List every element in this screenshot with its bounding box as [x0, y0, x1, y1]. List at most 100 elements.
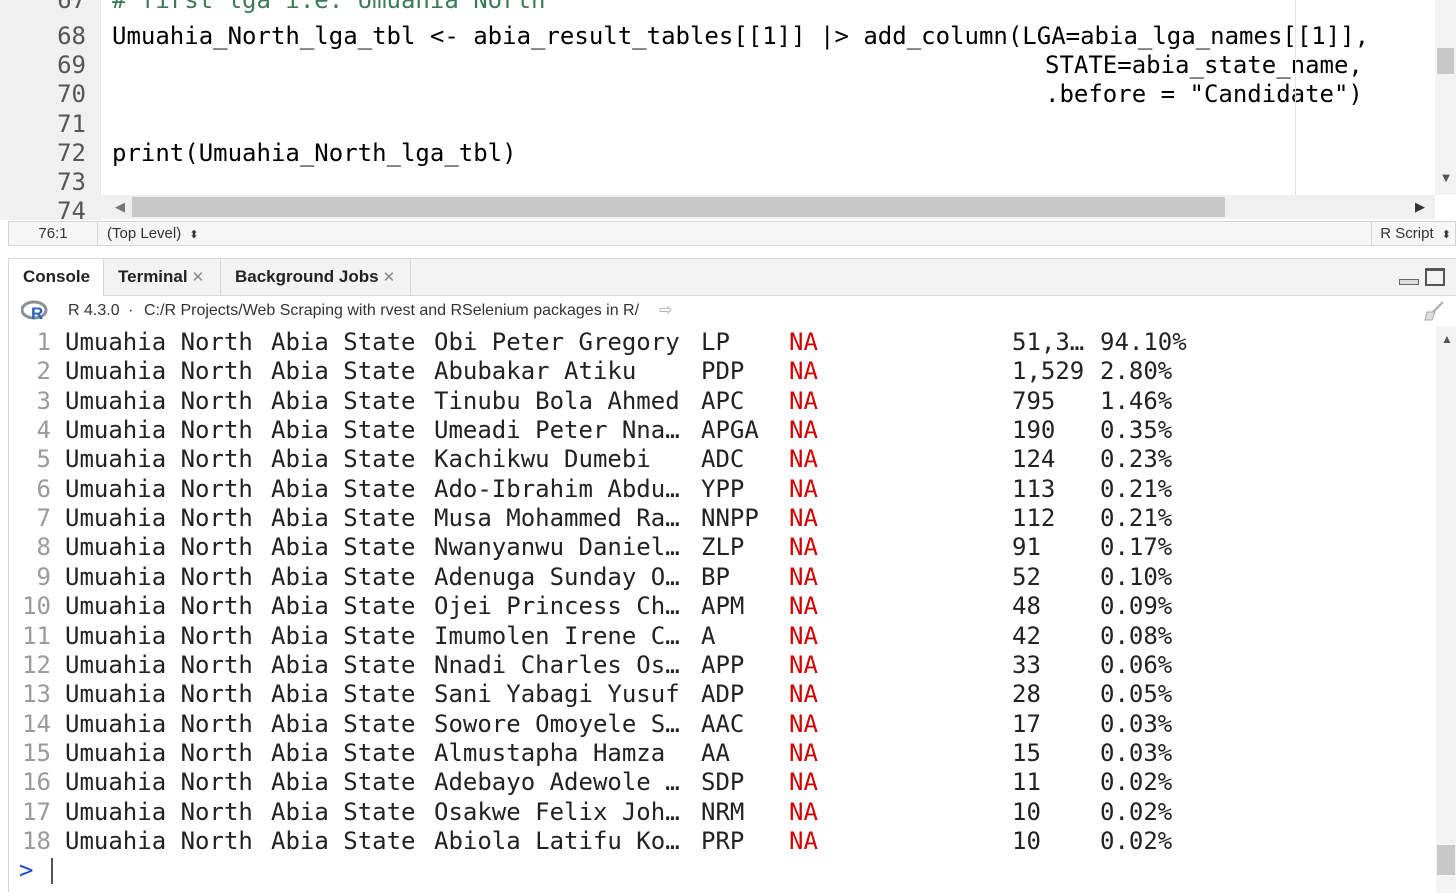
cell-votes: 52: [1012, 562, 1041, 591]
cell-votes: 28: [1012, 680, 1041, 709]
code-line-state-arg[interactable]: STATE=abia_state_name,: [1045, 51, 1363, 80]
cell-candidate: Abiola Latifu Ko…: [434, 826, 680, 855]
cell-state: Abia State: [271, 592, 416, 621]
scope-label: (Top Level): [107, 225, 182, 242]
cell-state: Abia State: [271, 474, 416, 503]
cell-pct: 0.21%: [1100, 474, 1173, 503]
row-index: 14: [22, 709, 51, 738]
cell-lga: Umuahia North: [65, 357, 253, 386]
row-index: 16: [22, 768, 51, 797]
line-number: 67: [57, 0, 86, 14]
tab-label: Background Jobs: [235, 267, 379, 286]
editor-horizontal-scroll-thumb[interactable]: [132, 197, 1225, 217]
cell-candidate: Abubakar Atiku: [434, 357, 637, 386]
scroll-right-arrow-icon[interactable]: ▶: [1412, 196, 1428, 218]
file-type-selector[interactable]: R Script ⬍: [1371, 222, 1455, 245]
cell-lga: Umuahia North: [65, 533, 253, 562]
line-number-gutter: 67 68 69 70 71 72 73 74: [0, 0, 101, 220]
minimize-pane-icon[interactable]: [1399, 271, 1419, 285]
cell-pct: 0.02%: [1100, 768, 1173, 797]
cell-party: BP: [701, 562, 730, 591]
code-line-print[interactable]: print(Umuahia_North_lga_tbl): [112, 139, 517, 168]
cell-candidate: Osakwe Felix Joh…: [434, 797, 680, 826]
tab-console[interactable]: Console: [9, 259, 104, 296]
cell-lga: Umuahia North: [65, 650, 253, 679]
cell-na: NA: [789, 357, 818, 386]
cell-state: Abia State: [271, 621, 416, 650]
cell-votes: 91: [1012, 533, 1041, 562]
cell-pct: 94.10%: [1100, 328, 1187, 356]
tab-terminal[interactable]: Terminal ✕: [104, 259, 221, 295]
cell-pct: 0.35%: [1100, 416, 1173, 445]
code-line-comment[interactable]: # first lga i.e. Umuahia North: [112, 0, 545, 15]
cell-state: Abia State: [271, 357, 416, 386]
cell-candidate: Obi Peter Gregory: [434, 328, 680, 356]
broom-clear-icon[interactable]: [1423, 300, 1445, 322]
row-index: 2: [36, 357, 51, 386]
scroll-down-arrow-icon[interactable]: ▼: [1438, 170, 1454, 188]
maximize-pane-icon[interactable]: [1425, 268, 1445, 286]
cell-party: SDP: [701, 768, 745, 797]
cell-party: AAC: [701, 709, 745, 738]
editor-vertical-scroll-thumb[interactable]: [1437, 48, 1454, 74]
cell-candidate: Adenuga Sunday O…: [434, 562, 680, 591]
cell-pct: 0.23%: [1100, 445, 1173, 474]
tab-background-jobs[interactable]: Background Jobs ✕: [221, 259, 411, 295]
cell-state: Abia State: [271, 738, 416, 767]
cell-pct: 2.80%: [1100, 357, 1173, 386]
cell-lga: Umuahia North: [65, 768, 253, 797]
cell-votes: 190: [1012, 416, 1056, 445]
cell-pct: 0.03%: [1100, 709, 1173, 738]
console-vertical-scrollbar[interactable]: [1436, 326, 1456, 893]
cell-na: NA: [789, 709, 818, 738]
text-cursor[interactable]: [51, 858, 53, 884]
scope-selector[interactable]: (Top Level) ⬍: [107, 222, 199, 245]
cell-pct: 0.06%: [1100, 650, 1173, 679]
cell-lga: Umuahia North: [65, 416, 253, 445]
line-number: 73: [57, 168, 86, 196]
svg-text:R: R: [31, 304, 43, 322]
code-line-before-arg[interactable]: .before = "Candidate"): [1045, 80, 1363, 109]
cell-state: Abia State: [271, 797, 416, 826]
cell-na: NA: [789, 680, 818, 709]
close-icon[interactable]: ✕: [192, 269, 205, 286]
cell-lga: Umuahia North: [65, 797, 253, 826]
editor-vertical-scrollbar[interactable]: [1435, 0, 1456, 195]
row-index: 8: [36, 533, 51, 562]
cell-state: Abia State: [271, 650, 416, 679]
console-vertical-scroll-thumb[interactable]: [1437, 845, 1455, 875]
cell-pct: 0.03%: [1100, 738, 1173, 767]
cell-pct: 0.02%: [1100, 797, 1173, 826]
cell-state: Abia State: [271, 533, 416, 562]
cell-party: YPP: [701, 474, 745, 503]
code-line-assignment[interactable]: Umuahia_North_lga_tbl <- abia_result_tab…: [112, 22, 1369, 51]
cell-na: NA: [789, 562, 818, 591]
cell-party: A: [701, 621, 716, 650]
cell-na: NA: [789, 621, 818, 650]
row-index: 12: [22, 650, 51, 679]
cell-pct: 1.46%: [1100, 386, 1173, 415]
cell-votes: 48: [1012, 592, 1041, 621]
row-index: 6: [36, 474, 51, 503]
go-to-directory-icon[interactable]: ⇨: [659, 303, 679, 319]
row-index: 11: [22, 621, 51, 650]
cell-lga: Umuahia North: [65, 445, 253, 474]
console-output[interactable]: 1 Umuahia North Abia State Obi Peter Gregor…: [9, 326, 1434, 893]
cell-party: ADC: [701, 445, 745, 474]
scroll-up-arrow-icon[interactable]: ▲: [1439, 332, 1455, 348]
cell-party: LP: [701, 328, 730, 356]
source-editor[interactable]: 67 68 69 70 71 72 73 74 # first lga i.e.…: [0, 0, 1456, 220]
cell-na: NA: [789, 328, 818, 356]
tab-label: Terminal: [118, 267, 188, 286]
console-tab-bar: Console Terminal ✕ Background Jobs ✕: [9, 259, 1456, 296]
cell-lga: Umuahia North: [65, 826, 253, 855]
cell-state: Abia State: [271, 680, 416, 709]
cell-candidate: Umeadi Peter Nna…: [434, 416, 680, 445]
cell-state: Abia State: [271, 709, 416, 738]
cell-lga: Umuahia North: [65, 562, 253, 591]
cell-lga: Umuahia North: [65, 709, 253, 738]
cell-party: APC: [701, 386, 745, 415]
scroll-left-arrow-icon[interactable]: ◀: [112, 196, 128, 218]
cell-votes: 124: [1012, 445, 1056, 474]
close-icon[interactable]: ✕: [383, 269, 396, 286]
